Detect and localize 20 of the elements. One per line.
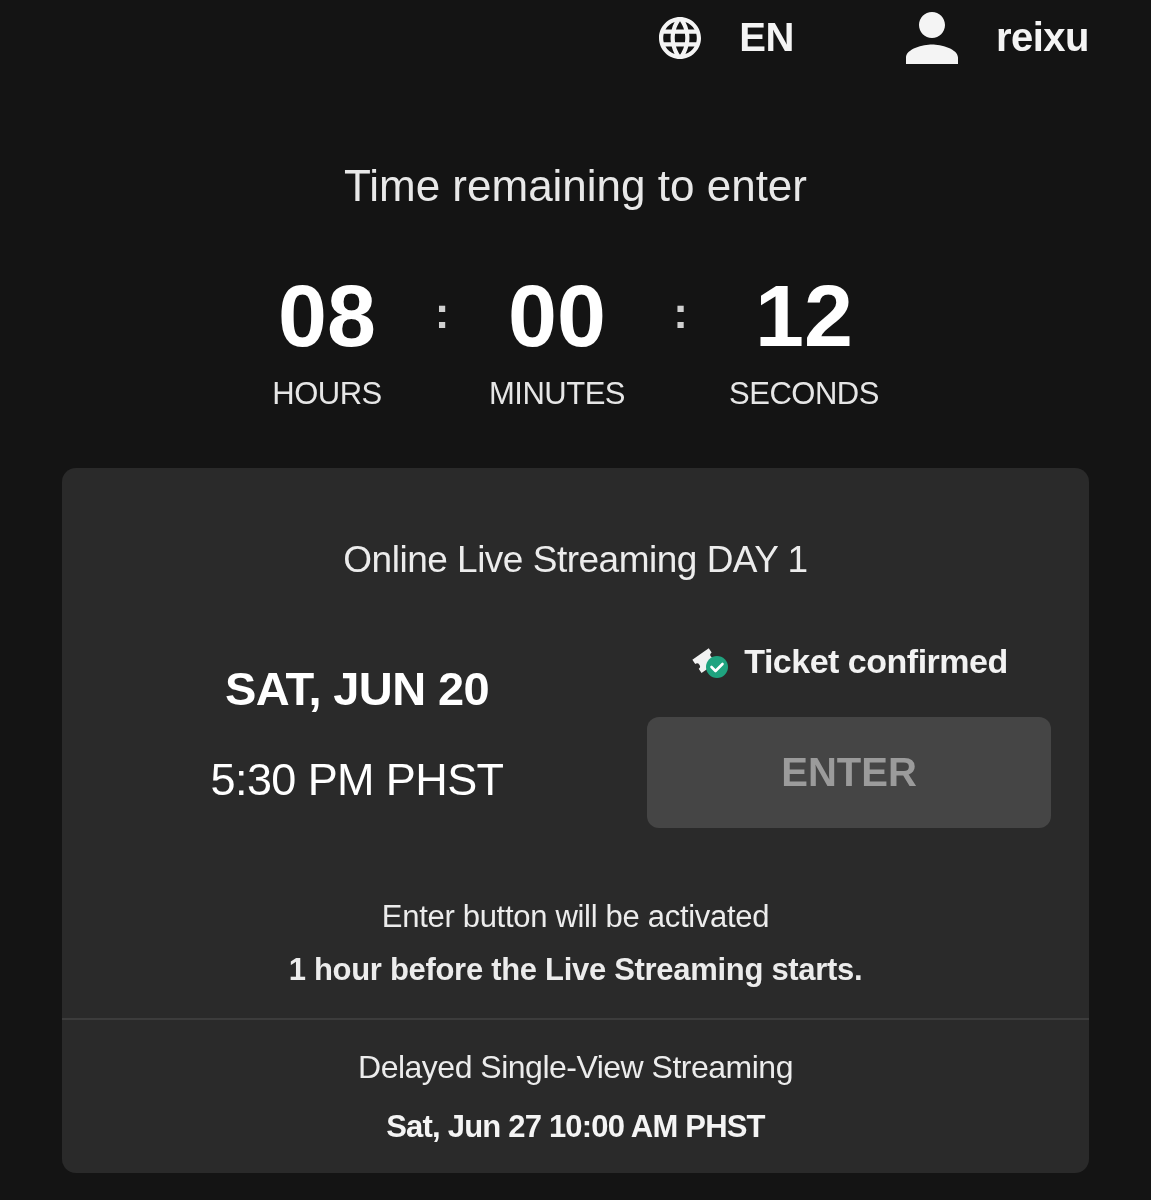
countdown-value: 00 (508, 268, 606, 364)
countdown-value: 08 (278, 268, 376, 364)
event-date: SAT, JUN 20 (224, 662, 490, 716)
colon-separator: : (433, 287, 451, 339)
colon-separator: : (672, 287, 689, 339)
countdown-unit-label: HOURS (272, 376, 382, 412)
event-time: 5:30 PM PHST (210, 754, 504, 806)
countdown-unit-label: MINUTES (489, 376, 625, 412)
user-icon[interactable] (905, 11, 958, 64)
delayed-stream-title: Delayed Single-View Streaming (357, 1048, 794, 1087)
globe-icon[interactable] (659, 16, 702, 59)
countdown-title: Time remaining to enter (343, 160, 808, 212)
countdown-value: 12 (755, 268, 853, 364)
language-selector[interactable]: EN (739, 15, 794, 60)
countdown-unit-label: SECONDS (729, 376, 879, 412)
delayed-stream-schedule: Sat, Jun 27 10:00 AM PHST (385, 1108, 766, 1146)
activation-notice: Enter button will be activated 1 hour before the Live Streaming starts. (287, 898, 864, 989)
username-link[interactable]: reixu (995, 15, 1089, 60)
ticket-status: Ticket confirmed (744, 641, 1008, 681)
event-title: Online Live Streaming DAY 1 (342, 538, 809, 582)
